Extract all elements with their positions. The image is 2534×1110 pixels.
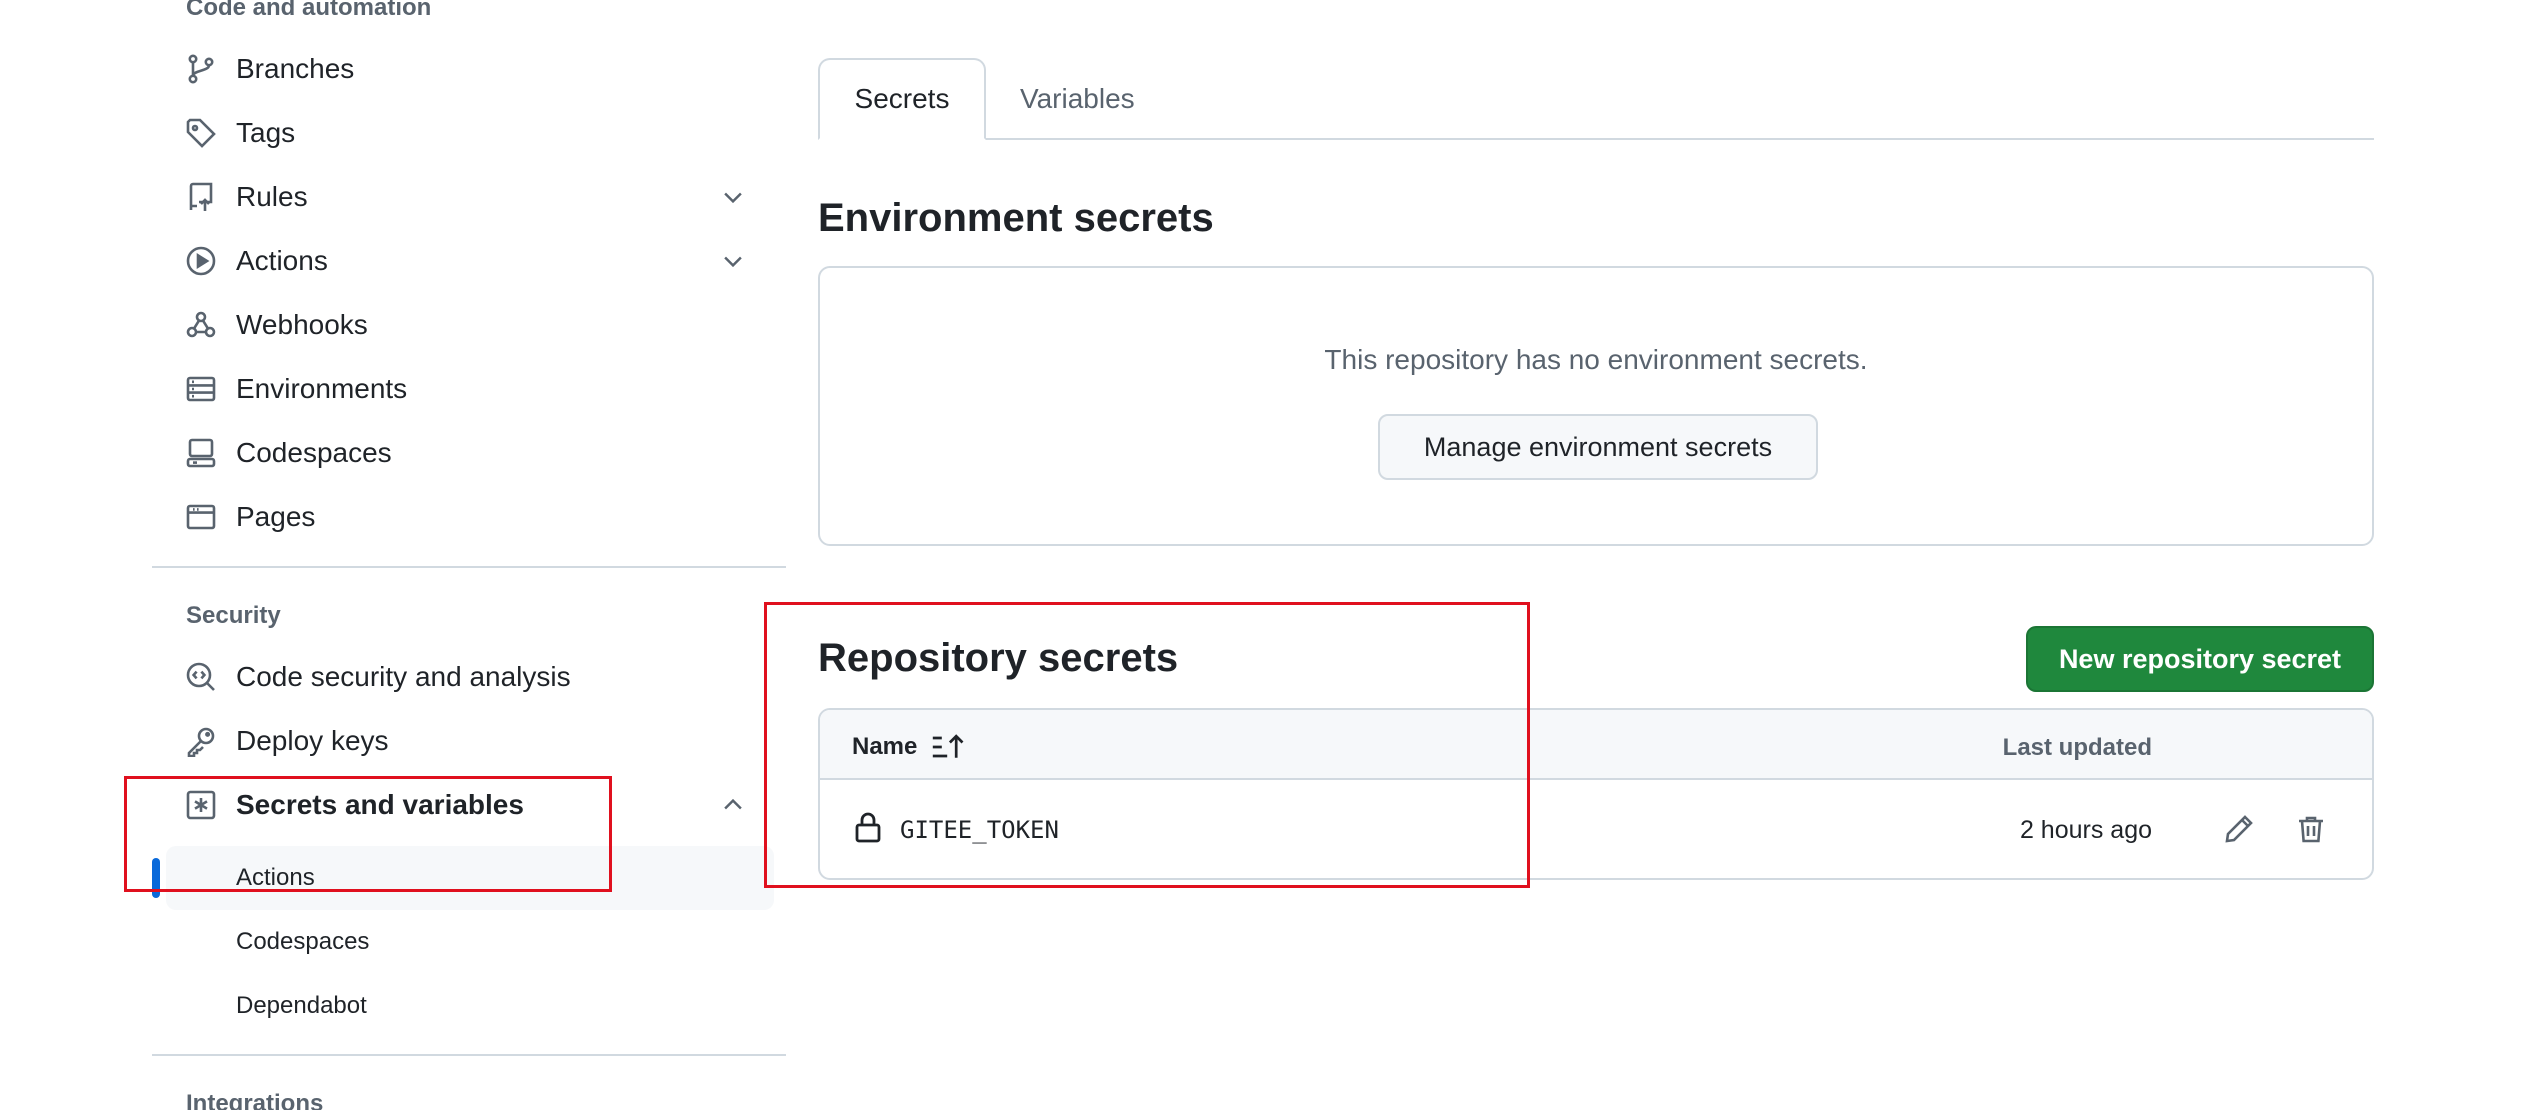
sidebar-item-deploy-keys[interactable]: Deploy keys (166, 712, 774, 770)
sidebar-item-label: Actions (236, 245, 328, 276)
new-repository-secret-button[interactable]: New repository secret (2026, 626, 2374, 692)
main-content: Secrets Variables Environment secrets Th… (818, 0, 2374, 1110)
codespaces-icon (184, 436, 218, 470)
sidebar-item-label: Secrets and variables (236, 789, 524, 820)
column-header-last-updated: Last updated (2002, 734, 2152, 761)
repository-secrets-title: Repository secrets (818, 636, 1179, 680)
repository-secrets-table: Name Last updated GITEE_TOKEN 2 hours ag… (818, 708, 2374, 880)
sidebar-subitem-codespaces[interactable]: Codespaces (166, 910, 774, 974)
asterisk-icon (184, 788, 218, 822)
key-icon (184, 724, 218, 758)
table-row: GITEE_TOKEN 2 hours ago (820, 780, 2372, 878)
repo-push-icon (184, 180, 218, 214)
sidebar-item-tags[interactable]: Tags (166, 104, 774, 162)
browser-icon (184, 500, 218, 534)
sidebar-heading-integrations: Integrations (186, 1090, 324, 1110)
sidebar-heading-security: Security (186, 602, 281, 629)
sidebar-item-pages[interactable]: Pages (166, 488, 774, 546)
webhook-icon (184, 308, 218, 342)
sidebar-item-codespaces[interactable]: Codespaces (166, 424, 774, 482)
sort-asc-icon[interactable] (931, 732, 967, 762)
sidebar-subitem-label: Codespaces (236, 928, 370, 955)
sidebar-item-actions[interactable]: Actions (166, 232, 774, 290)
environment-secrets-title: Environment secrets (818, 196, 1214, 240)
tab-bar: Secrets Variables (818, 58, 2374, 140)
sidebar-item-secrets-and-variables[interactable]: Secrets and variables (166, 776, 774, 834)
chevron-up-icon[interactable] (716, 788, 750, 822)
column-header-name[interactable]: Name (852, 732, 967, 762)
sidebar-item-rules[interactable]: Rules (166, 168, 774, 226)
sidebar-item-label: Environments (236, 373, 408, 404)
server-icon (184, 372, 218, 406)
chevron-down-icon[interactable] (716, 180, 750, 214)
settings-sidebar: Code and automation Branches Tags Rules (152, 0, 786, 1110)
codescan-icon (184, 660, 218, 694)
table-header: Name Last updated (820, 710, 2372, 780)
secret-name: GITEE_TOKEN (900, 816, 1059, 844)
tab-variables[interactable]: Variables (986, 58, 1169, 140)
sidebar-item-label: Pages (236, 501, 316, 532)
sidebar-item-label: Webhooks (236, 309, 368, 340)
tag-icon (184, 116, 218, 150)
environment-secrets-empty-text: This repository has no environment secre… (1324, 344, 1868, 375)
pencil-icon[interactable] (2216, 806, 2262, 852)
sidebar-subitem-dependabot[interactable]: Dependabot (166, 974, 774, 1038)
sidebar-divider (152, 566, 786, 568)
sidebar-heading-code-automation: Code and automation (186, 0, 432, 21)
sidebar-subitem-actions[interactable]: Actions (152, 846, 774, 910)
manage-environment-secrets-button[interactable]: Manage environment secrets (1378, 414, 1818, 480)
trash-icon[interactable] (2288, 806, 2334, 852)
sidebar-item-label: Branches (236, 53, 355, 84)
sidebar-item-label: Tags (236, 117, 296, 148)
sidebar-item-code-security[interactable]: Code security and analysis (166, 648, 774, 706)
column-header-name-label: Name (852, 733, 918, 760)
sidebar-divider (152, 1054, 786, 1056)
secret-last-updated: 2 hours ago (2019, 816, 2152, 844)
tab-secrets[interactable]: Secrets (818, 58, 986, 140)
sidebar-subitem-label: Actions (236, 864, 315, 891)
sidebar-item-label: Rules (236, 181, 308, 212)
play-icon (184, 244, 218, 278)
lock-icon (852, 810, 884, 844)
sidebar-item-webhooks[interactable]: Webhooks (166, 296, 774, 354)
sidebar-item-environments[interactable]: Environments (166, 360, 774, 418)
sidebar-item-branches[interactable]: Branches (166, 40, 774, 98)
git-branch-icon (184, 52, 218, 86)
sidebar-item-label: Deploy keys (236, 725, 389, 756)
sidebar-item-label: Code security and analysis (236, 661, 571, 692)
chevron-down-icon[interactable] (716, 244, 750, 278)
environment-secrets-box: This repository has no environment secre… (818, 266, 2374, 546)
sidebar-item-label: Codespaces (236, 437, 392, 468)
settings-page: Code and automation Branches Tags Rules (0, 0, 2534, 1110)
sidebar-subitem-label: Dependabot (236, 992, 367, 1019)
